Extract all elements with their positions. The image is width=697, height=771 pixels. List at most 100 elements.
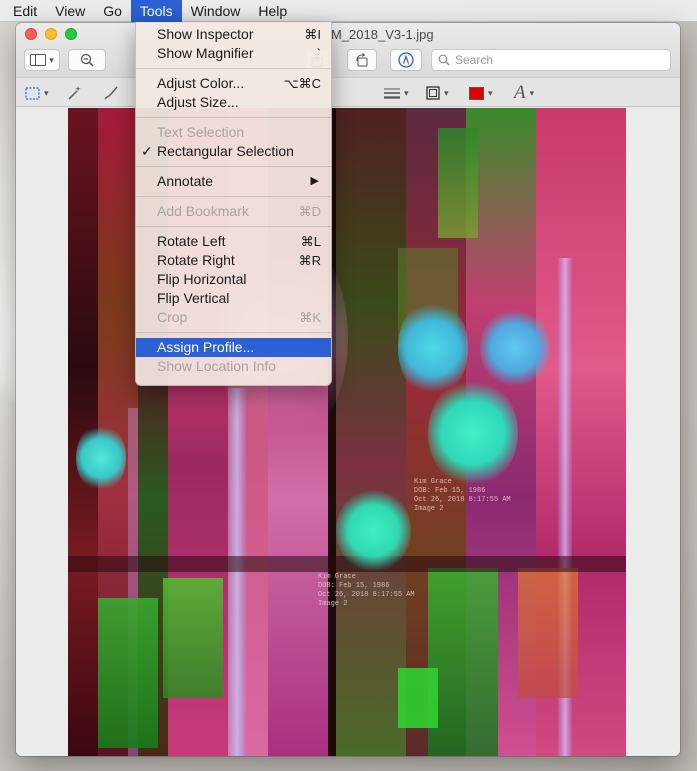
- zoom-out-icon: [80, 53, 94, 67]
- art-green-panel: [438, 128, 478, 238]
- menu-item-label: Show Location Info: [157, 358, 277, 374]
- menu-separator: [136, 166, 331, 167]
- menu-item-show-inspector[interactable]: Show Inspector ⌘I: [136, 25, 331, 44]
- instant-alpha-button[interactable]: [66, 83, 82, 103]
- menu-separator: [136, 226, 331, 227]
- menu-item-flip-vertical[interactable]: Flip Vertical: [136, 289, 331, 308]
- menu-separator: [136, 332, 331, 333]
- menu-item-shortcut: ⌘R: [298, 253, 321, 268]
- menu-separator: [136, 68, 331, 69]
- chevron-down-icon: ▾: [488, 87, 493, 98]
- menu-item-label: Adjust Size...: [157, 94, 239, 110]
- fill-color-button[interactable]: ▾: [469, 83, 493, 103]
- menu-item-show-magnifier[interactable]: Show Magnifier `: [136, 44, 331, 63]
- menu-bar: Edit View Go Tools Window Help: [0, 0, 697, 22]
- search-placeholder: Search: [455, 53, 494, 67]
- magic-wand-icon: [68, 86, 81, 100]
- toolbar: ▾ Search: [16, 47, 680, 77]
- menu-item-label: Text Selection: [157, 124, 245, 140]
- menu-item-label: Rectangular Selection: [157, 143, 294, 159]
- menu-item-shortcut: `: [316, 46, 321, 61]
- title-bar: M_2018_V3-1.jpg: [16, 23, 680, 47]
- menu-item-label: Rotate Left: [157, 233, 226, 249]
- menu-item-label: Flip Horizontal: [157, 271, 247, 287]
- text-style-button[interactable]: A ▾: [514, 82, 535, 103]
- selection-tool-button[interactable]: ▾: [25, 83, 49, 103]
- border-color-icon: [426, 86, 440, 100]
- menu-item-add-bookmark: Add Bookmark ⌘D: [136, 202, 331, 221]
- menu-item-shortcut: ⌘K: [299, 310, 321, 325]
- line-style-button[interactable]: ▾: [384, 83, 409, 103]
- art-green-panel: [428, 568, 498, 756]
- search-field[interactable]: Search: [431, 49, 671, 71]
- art-green-panel: [98, 598, 158, 748]
- menu-view[interactable]: View: [46, 0, 94, 22]
- menu-item-flip-horizontal[interactable]: Flip Horizontal: [136, 270, 331, 289]
- border-color-button[interactable]: ▾: [426, 83, 449, 103]
- traffic-lights: [25, 28, 77, 40]
- window-title: M_2018_V3-1.jpg: [331, 27, 434, 42]
- preview-window: M_2018_V3-1.jpg ▾ Search ▾ ▾ ▾ ▾ A ▾ Kim…: [16, 23, 680, 756]
- menu-item-label: Show Magnifier: [157, 45, 254, 61]
- submenu-arrow-icon: ▶: [310, 175, 319, 187]
- menu-item-shortcut: ⌘L: [300, 234, 321, 249]
- art-stripe: [336, 108, 406, 756]
- text-style-icon: A: [514, 82, 526, 103]
- menu-item-label: Show Inspector: [157, 26, 254, 42]
- menu-item-rotate-right[interactable]: Rotate Right ⌘R: [136, 251, 331, 270]
- menu-item-adjust-size[interactable]: Adjust Size...: [136, 93, 331, 112]
- markup-pen-icon: [398, 52, 414, 68]
- chevron-down-icon: ▾: [529, 87, 535, 98]
- menu-item-shortcut: ⌥⌘C: [283, 76, 321, 91]
- menu-item-assign-profile[interactable]: Assign Profile...: [136, 338, 331, 357]
- menu-item-label: Annotate: [157, 173, 214, 189]
- line-style-icon: [384, 88, 400, 99]
- menu-item-label: Adjust Color...: [157, 75, 245, 91]
- menu-tools[interactable]: Tools: [130, 0, 182, 22]
- checkmark-icon: ✓: [141, 143, 153, 159]
- menu-separator: [136, 117, 331, 118]
- tools-menu-dropdown: Show Inspector ⌘I Show Magnifier ` Adjus…: [135, 22, 332, 386]
- zoom-out-button[interactable]: [68, 49, 106, 71]
- chevron-down-icon: ▾: [44, 87, 49, 98]
- art-green-panel: [163, 578, 223, 698]
- zoom-window-button[interactable]: [65, 28, 77, 40]
- art-overlay-text: Kim Grace DOB: Feb 15, 1986 Oct 26, 2018…: [318, 573, 415, 608]
- search-icon: [438, 54, 450, 66]
- menu-item-rectangular-selection[interactable]: ✓ Rectangular Selection: [136, 142, 331, 161]
- menu-go[interactable]: Go: [94, 0, 131, 22]
- art-cyan-blob: [336, 488, 411, 573]
- menu-item-shortcut: ⌘I: [304, 27, 321, 42]
- sketch-tool-button[interactable]: [103, 83, 119, 103]
- menu-item-label: Crop: [157, 309, 188, 325]
- menu-item-label: Assign Profile...: [157, 339, 255, 355]
- art-beam: [228, 388, 246, 756]
- rectangular-selection-icon: [25, 86, 40, 100]
- art-cyan-blob: [76, 423, 126, 493]
- menu-item-show-location-info: Show Location Info: [136, 357, 331, 376]
- menu-window[interactable]: Window: [182, 0, 250, 22]
- sidebar-icon: [30, 54, 47, 66]
- art-cyan-blob: [428, 378, 518, 488]
- menu-item-rotate-left[interactable]: Rotate Left ⌘L: [136, 232, 331, 251]
- rotate-icon: [356, 53, 368, 67]
- minimize-window-button[interactable]: [45, 28, 57, 40]
- rotate-button[interactable]: [347, 49, 377, 71]
- menu-item-crop: Crop ⌘K: [136, 308, 331, 327]
- image-viewport: Kim Grace DOB: Feb 15, 1986 Oct 26, 2018…: [16, 108, 680, 756]
- chevron-down-icon: ▾: [404, 87, 409, 98]
- art-overlay-text: Kim Grace DOB: Feb 15, 1986 Oct 26, 2018…: [414, 478, 511, 513]
- sidebar-toggle-button[interactable]: ▾: [24, 49, 60, 71]
- markup-toolbar-button[interactable]: [390, 49, 422, 71]
- menu-item-text-selection: Text Selection: [136, 123, 331, 142]
- menu-item-label: Add Bookmark: [157, 203, 249, 219]
- menu-separator: [136, 196, 331, 197]
- menu-help[interactable]: Help: [249, 0, 296, 22]
- color-swatch: [469, 86, 484, 100]
- menu-item-adjust-color[interactable]: Adjust Color... ⌥⌘C: [136, 74, 331, 93]
- menu-edit[interactable]: Edit: [0, 0, 46, 22]
- art-cyan-blob: [480, 308, 550, 388]
- menu-item-annotate[interactable]: Annotate ▶: [136, 172, 331, 191]
- close-window-button[interactable]: [25, 28, 37, 40]
- menu-item-shortcut: ⌘D: [298, 204, 321, 219]
